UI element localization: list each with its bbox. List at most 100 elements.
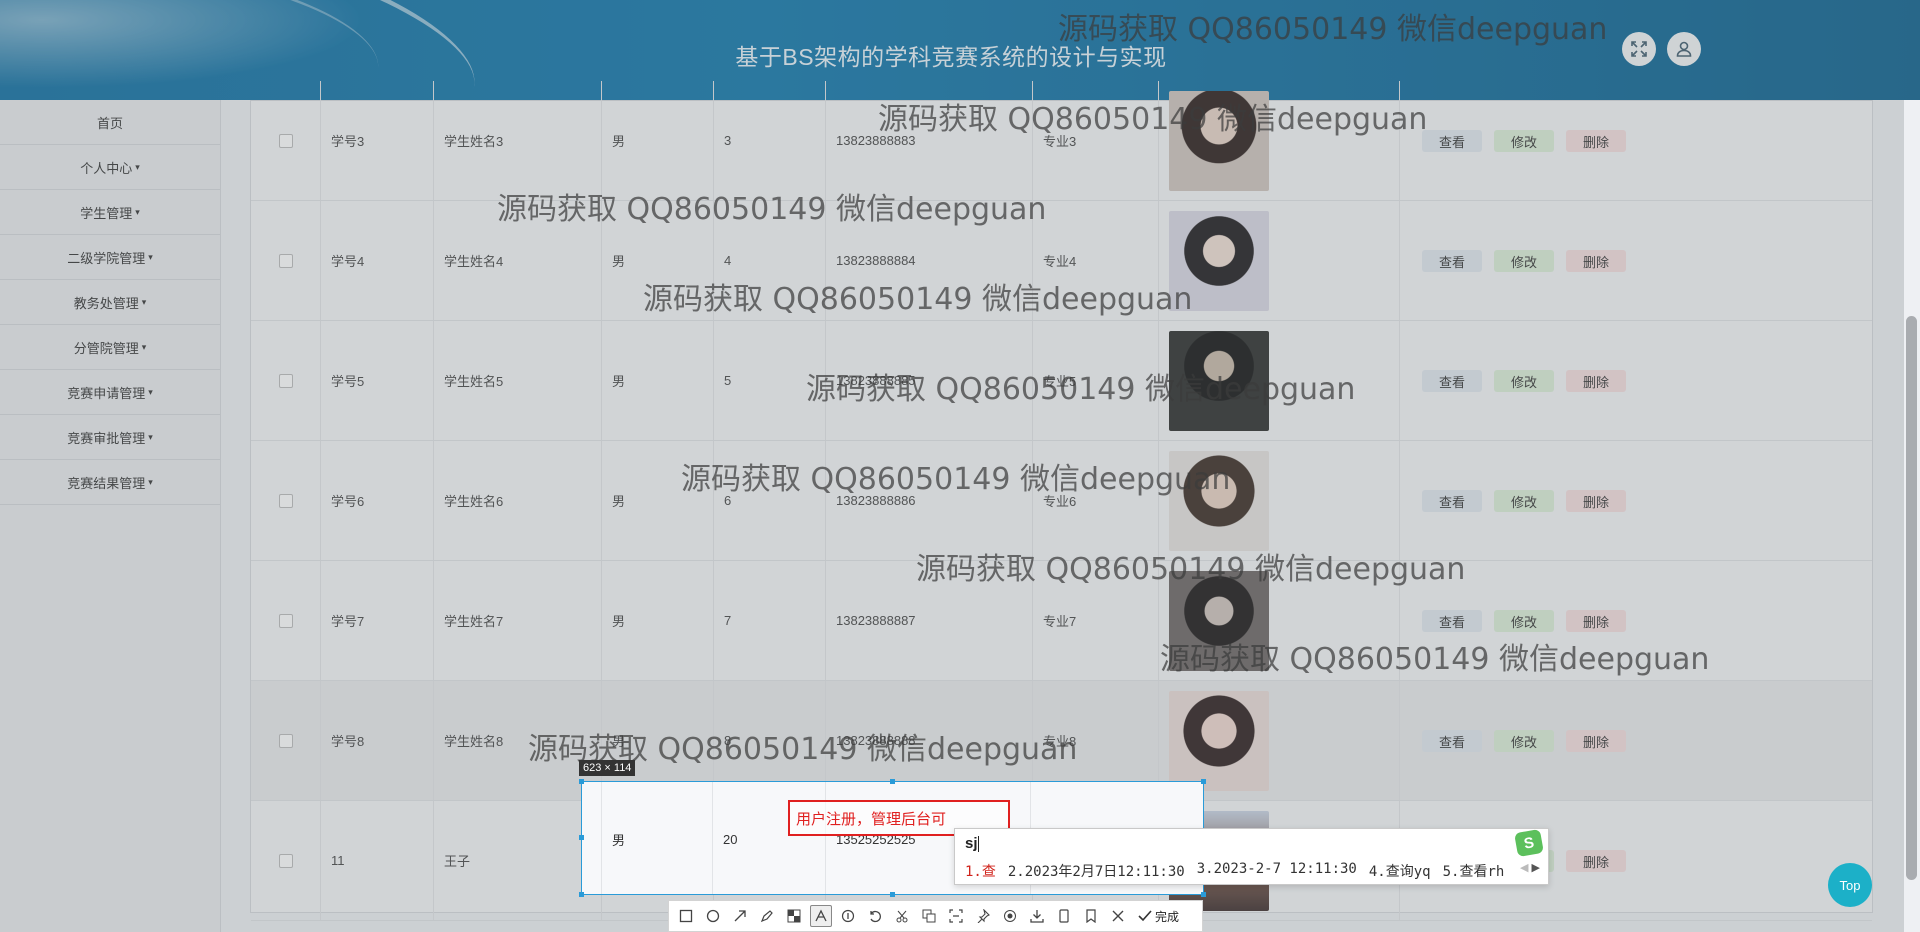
record-icon[interactable] — [999, 905, 1021, 927]
sidebar-item-college-management[interactable]: 二级学院管理 ▾ — [0, 235, 220, 280]
selection-handle[interactable] — [1201, 892, 1206, 897]
edit-button[interactable]: 修改 — [1494, 610, 1554, 632]
table-cell-major: 专业6 — [1033, 441, 1159, 560]
sidebar-item-competition-approval[interactable]: 竞赛审批管理 ▾ — [0, 415, 220, 460]
edit-button[interactable]: 修改 — [1494, 370, 1554, 392]
page-title: 基于BS架构的学科竞赛系统的设计与实现 — [735, 44, 1167, 70]
view-button[interactable]: 查看 — [1422, 250, 1482, 272]
table-cell-phone: 13823888886 — [826, 441, 1033, 560]
scrollbar-thumb[interactable] — [1906, 316, 1917, 880]
download-icon[interactable] — [1026, 905, 1048, 927]
ime-input: sj — [965, 835, 979, 853]
fullscreen-button[interactable] — [1622, 32, 1656, 66]
rectangle-tool-icon[interactable] — [675, 905, 697, 927]
table-row: 学号5 学生姓名5 男 5 13823888885 专业5 查看 修改 删除 — [251, 321, 1872, 441]
view-button[interactable]: 查看 — [1422, 370, 1482, 392]
row-checkbox[interactable] — [278, 613, 293, 628]
view-button[interactable]: 查看 — [1422, 730, 1482, 752]
annotation-text: 用户注册，管理后台可 — [796, 810, 947, 828]
delete-button[interactable]: 删除 — [1566, 490, 1626, 512]
chevron-left-icon[interactable]: ◀ — [1520, 862, 1528, 874]
table-cell-phone: 13823888887 — [826, 561, 1033, 680]
row-checkbox[interactable] — [278, 133, 293, 148]
edit-button[interactable]: 修改 — [1494, 130, 1554, 152]
table-cell-gender: 男 — [602, 782, 713, 894]
selection-handle[interactable] — [579, 835, 584, 840]
table-cell-age: 7 — [714, 561, 826, 680]
chevron-right-icon[interactable]: ▶ — [1532, 862, 1540, 874]
table-cell-id: 学号4 — [321, 201, 434, 320]
sidebar-item-label: 个人中心 — [80, 160, 133, 176]
ellipse-tool-icon[interactable] — [702, 905, 724, 927]
ime-input-text: sj — [965, 835, 978, 852]
table-cell-photo — [1159, 561, 1400, 680]
selection-handle[interactable] — [579, 779, 584, 784]
phone-icon[interactable] — [1053, 905, 1075, 927]
row-checkbox[interactable] — [278, 733, 293, 748]
selection-handle[interactable] — [890, 892, 895, 897]
ime-candidate[interactable]: 3.2023-2-7 12:11:30 — [1197, 861, 1357, 881]
close-icon[interactable] — [1107, 905, 1129, 927]
sidebar-item-personal-center[interactable]: 个人中心 ▾ — [0, 145, 220, 190]
sidebar-item-home[interactable]: 首页 — [0, 100, 220, 145]
table-cell-name: 学生姓名3 — [434, 81, 602, 200]
delete-button[interactable]: 删除 — [1566, 250, 1626, 272]
pin-icon[interactable] — [972, 905, 994, 927]
ocr-icon[interactable] — [945, 905, 967, 927]
user-button[interactable] — [1667, 32, 1701, 66]
ime-candidate[interactable]: 4.查询yq — [1369, 861, 1431, 881]
table-cell-photo — [1159, 441, 1400, 560]
row-checkbox[interactable] — [278, 253, 293, 268]
delete-button[interactable]: 删除 — [1566, 130, 1626, 152]
delete-button[interactable]: 删除 — [1566, 610, 1626, 632]
bookmark-icon[interactable] — [1080, 905, 1102, 927]
sidebar-item-branch-management[interactable]: 分管院管理 ▾ — [0, 325, 220, 370]
student-photo — [1169, 690, 1269, 791]
table-cell-name: 学生姓名7 — [434, 561, 602, 680]
table-cell-checkbox — [251, 561, 321, 680]
translate-icon[interactable] — [918, 905, 940, 927]
table-row: 学号6 学生姓名6 男 6 13823888886 专业6 查看 修改 删除 — [251, 441, 1872, 561]
number-tool-icon[interactable] — [837, 905, 859, 927]
edit-button[interactable]: 修改 — [1494, 250, 1554, 272]
delete-button[interactable]: 删除 — [1566, 370, 1626, 392]
selection-handle[interactable] — [1201, 779, 1206, 784]
sidebar-item-competition-application[interactable]: 竞赛申请管理 ▾ — [0, 370, 220, 415]
delete-button[interactable]: 删除 — [1566, 850, 1626, 872]
row-checkbox[interactable] — [278, 853, 293, 868]
table-cell — [582, 782, 602, 894]
arrow-tool-icon[interactable] — [729, 905, 751, 927]
scissors-icon[interactable] — [891, 905, 913, 927]
row-checkbox[interactable] — [278, 373, 293, 388]
sidebar-item-competition-results[interactable]: 竞赛结果管理 ▾ — [0, 460, 220, 505]
table-cell-checkbox — [251, 441, 321, 560]
delete-button[interactable]: 删除 — [1566, 730, 1626, 752]
ime-logo-icon: S — [1514, 828, 1544, 858]
ime-candidate[interactable]: 1.查 — [965, 861, 996, 881]
view-button[interactable]: 查看 — [1422, 130, 1482, 152]
table-cell-age: 20 — [713, 782, 826, 894]
screenshot-toolbar: 完成 — [668, 900, 1203, 932]
edit-button[interactable]: 修改 — [1494, 490, 1554, 512]
selection-handle[interactable] — [579, 892, 584, 897]
ime-candidate[interactable]: 2.2023年2月7日12:11:30 — [1008, 861, 1185, 881]
ime-candidate-window[interactable]: sj S 1.查 2.2023年2月7日12:11:30 3.2023-2-7 … — [954, 828, 1549, 885]
view-button[interactable]: 查看 — [1422, 610, 1482, 632]
back-to-top-button[interactable]: Top — [1828, 863, 1872, 907]
selection-handle[interactable] — [890, 779, 895, 784]
table-cell-checkbox — [251, 81, 321, 200]
row-checkbox[interactable] — [278, 493, 293, 508]
sidebar-item-student-management[interactable]: 学生管理 ▾ — [0, 190, 220, 235]
table-cell-age: 5 — [714, 321, 826, 440]
ime-candidate[interactable]: 5.查看rh — [1443, 861, 1505, 881]
ime-page-arrows[interactable]: ◀ ▶ — [1520, 861, 1540, 874]
mosaic-tool-icon[interactable] — [783, 905, 805, 927]
edit-button[interactable]: 修改 — [1494, 730, 1554, 752]
pen-tool-icon[interactable] — [756, 905, 778, 927]
table-row: 学号4 学生姓名4 男 4 13823888884 专业4 查看 修改 删除 — [251, 201, 1872, 321]
text-tool-icon[interactable] — [810, 905, 832, 927]
done-button[interactable]: 完成 — [1138, 908, 1179, 925]
sidebar-item-academic-affairs[interactable]: 教务处管理 ▾ — [0, 280, 220, 325]
view-button[interactable]: 查看 — [1422, 490, 1482, 512]
undo-icon[interactable] — [864, 905, 886, 927]
